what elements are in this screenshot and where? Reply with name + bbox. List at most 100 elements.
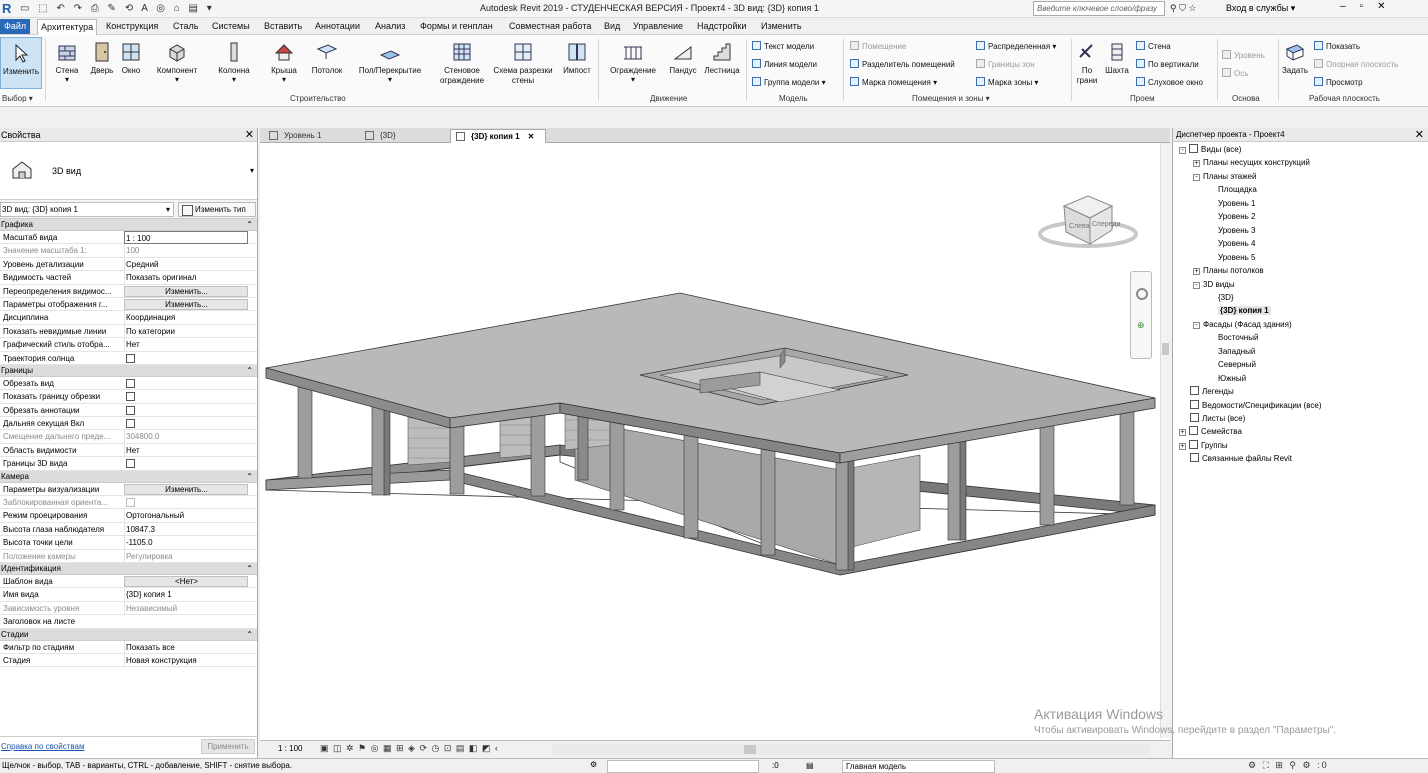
tab-analyze[interactable]: Анализ	[375, 20, 405, 34]
level-button[interactable]: Уровень	[1222, 50, 1265, 60]
property-row[interactable]: Параметры визуализации Изменить...	[0, 483, 257, 497]
railing-button[interactable]: Ограждение ▾	[606, 41, 660, 84]
expand-icon[interactable]: +	[1193, 160, 1200, 168]
properties-section[interactable]: Границы ⌃	[0, 364, 257, 377]
property-row[interactable]: Высота глаза наблюдателя 10847.3	[0, 522, 257, 537]
property-value[interactable]: Средний	[124, 257, 248, 271]
tab-view[interactable]: Вид	[604, 20, 620, 34]
navigation-bar[interactable]: ⊕	[1130, 271, 1152, 359]
close-icon[interactable]: ✕	[1415, 128, 1424, 142]
property-row[interactable]: Графический стиль отобра... Нет	[0, 338, 257, 352]
tree-node[interactable]: + Семейства	[1179, 426, 1242, 438]
steering-wheel-icon[interactable]	[1136, 288, 1148, 300]
tree-node[interactable]: + Группы	[1179, 439, 1228, 452]
collapse-icon[interactable]: ⌃	[246, 365, 253, 377]
model-group-button[interactable]: Группа модели ▾	[752, 77, 826, 87]
vertical-opening-button[interactable]: По вертикали	[1136, 59, 1199, 69]
design-option-select[interactable]: Главная модель	[842, 760, 995, 773]
expand-icon[interactable]: +	[1193, 268, 1200, 276]
properties-help-link[interactable]: Справка по свойствам	[1, 742, 84, 751]
properties-section[interactable]: Камера ⌃	[0, 470, 257, 483]
property-row[interactable]: Траектория солнца	[0, 352, 257, 365]
expand-icon[interactable]: -	[1193, 173, 1200, 181]
component-button[interactable]: Компонент ▾	[152, 41, 202, 84]
property-row[interactable]: Фильтр по стадиям Показать все	[0, 640, 257, 654]
property-value[interactable]: Показать оригинал	[124, 271, 248, 285]
expand-icon[interactable]: -	[1193, 321, 1200, 329]
tab-modify[interactable]: Изменить	[761, 20, 802, 34]
property-row[interactable]: Положение камеры Регулировка	[0, 549, 257, 563]
tab-manage[interactable]: Управление	[633, 20, 683, 34]
design-option-icon[interactable]: ▤	[806, 761, 814, 770]
model-canvas[interactable]: Слева Спереди ⊕	[260, 143, 1160, 738]
viewcube[interactable]: Слева Спереди	[1038, 188, 1142, 252]
tab-file[interactable]: Файл	[0, 19, 31, 34]
property-row[interactable]: Режим проецирования Ортогональный	[0, 509, 257, 523]
property-row[interactable]: Смещение дальнего преде... 304800.0	[0, 430, 257, 444]
chevron-down-icon[interactable]: ▾	[250, 166, 254, 175]
curtain-grid-button[interactable]: Схема разрезки стены	[490, 41, 556, 86]
properties-section[interactable]: Стадии ⌃	[0, 628, 257, 641]
tree-node[interactable]: Легенды	[1190, 386, 1234, 398]
instance-select[interactable]: 3D вид: {3D} копия 1 ▾	[0, 202, 174, 217]
wall-button[interactable]: Стена ▾	[52, 41, 82, 84]
room-separator-button[interactable]: Разделитель помещений	[850, 59, 955, 69]
property-value[interactable]: Нет	[124, 338, 248, 352]
view-control-icons[interactable]: ▣ ◫ ✲ ⚑ ◎ ▦ ⊞ ◈ ⟳ ◷ ⊡ ▤ ◧ ◩ ‹	[320, 743, 499, 754]
dormer-button[interactable]: Слуховое окно	[1136, 77, 1203, 87]
shaft-button[interactable]: Шахта	[1102, 41, 1132, 75]
modify-button[interactable]: Изменить	[0, 37, 42, 89]
wall-opening-button[interactable]: Стена	[1136, 41, 1171, 51]
tree-node[interactable]: Уровень 1	[1218, 198, 1256, 210]
property-row[interactable]: Переопределения видимос... Изменить...	[0, 285, 257, 298]
property-checkbox[interactable]	[126, 459, 135, 469]
room-button[interactable]: Помещение	[850, 41, 906, 51]
ref-plane-button[interactable]: Опорная плоскость	[1314, 59, 1398, 69]
property-checkbox[interactable]	[126, 378, 135, 388]
property-edit-button[interactable]: Изменить...	[124, 298, 248, 310]
property-row[interactable]: Имя вида {3D} копия 1	[0, 588, 257, 602]
property-value[interactable]: Регулировка	[124, 549, 248, 563]
property-row[interactable]: Границы 3D вида	[0, 457, 257, 471]
viewcube-left-label[interactable]: Слева	[1069, 223, 1090, 230]
tree-node[interactable]: -3D виды	[1193, 279, 1235, 291]
door-button[interactable]: Дверь	[88, 41, 116, 75]
property-row[interactable]: Обрезать вид	[0, 377, 257, 391]
expand-icon[interactable]: -	[1179, 147, 1186, 154]
tree-node[interactable]: + Планы потолков	[1193, 265, 1264, 277]
close-icon[interactable]: ✕	[245, 128, 254, 142]
viewcube-front-label[interactable]: Спереди	[1092, 221, 1120, 228]
floor-button[interactable]: Пол/Перекрытие ▾	[354, 41, 426, 84]
tab-massing[interactable]: Формы и генплан	[420, 20, 493, 34]
stair-button[interactable]: Лестница	[702, 41, 742, 75]
property-value[interactable]: Показать все	[124, 640, 248, 654]
window-controls[interactable]: –▫✕	[1340, 1, 1400, 12]
select-dropdown[interactable]: Выбор ▾	[2, 94, 33, 103]
property-checkbox[interactable]	[126, 498, 135, 508]
property-row[interactable]: Зависимость уровня Независимый	[0, 601, 257, 616]
property-edit-button[interactable]: Изменить...	[124, 483, 248, 495]
tree-node[interactable]: {3D}	[1218, 292, 1234, 304]
property-value[interactable]: Нет	[124, 443, 248, 457]
grid-button[interactable]: Ось	[1222, 68, 1248, 78]
collapse-icon[interactable]: ⌃	[246, 563, 253, 575]
window-button[interactable]: Окно	[118, 41, 144, 75]
tree-node[interactable]: Уровень 2	[1218, 211, 1256, 223]
collapse-icon[interactable]: ⌃	[246, 471, 253, 483]
property-value[interactable]: Координация	[124, 311, 248, 325]
revit-logo-icon[interactable]: R	[2, 1, 16, 16]
tree-node[interactable]: Связанные файлы Revit	[1190, 453, 1292, 465]
ceiling-button[interactable]: Потолок	[308, 41, 346, 75]
property-input[interactable]: 1 : 100	[124, 231, 248, 244]
type-selector[interactable]: 3D вид ▾	[0, 142, 257, 200]
roof-button[interactable]: Крыша ▾	[268, 41, 300, 84]
column-button[interactable]: Колонна ▾	[214, 41, 254, 84]
tree-node[interactable]: Площадка	[1218, 184, 1257, 196]
property-checkbox[interactable]	[126, 353, 135, 363]
property-value[interactable]: 10847.3	[124, 522, 248, 536]
vertical-scrollbar[interactable]	[1160, 143, 1170, 738]
tab-annotate[interactable]: Аннотации	[315, 20, 360, 34]
collapse-icon[interactable]: ⌃	[246, 219, 253, 231]
property-row[interactable]: Показать невидимые линии По категории	[0, 324, 257, 339]
titlebar-tools[interactable]: ⚲ ⛉ ☆	[1170, 3, 1196, 14]
